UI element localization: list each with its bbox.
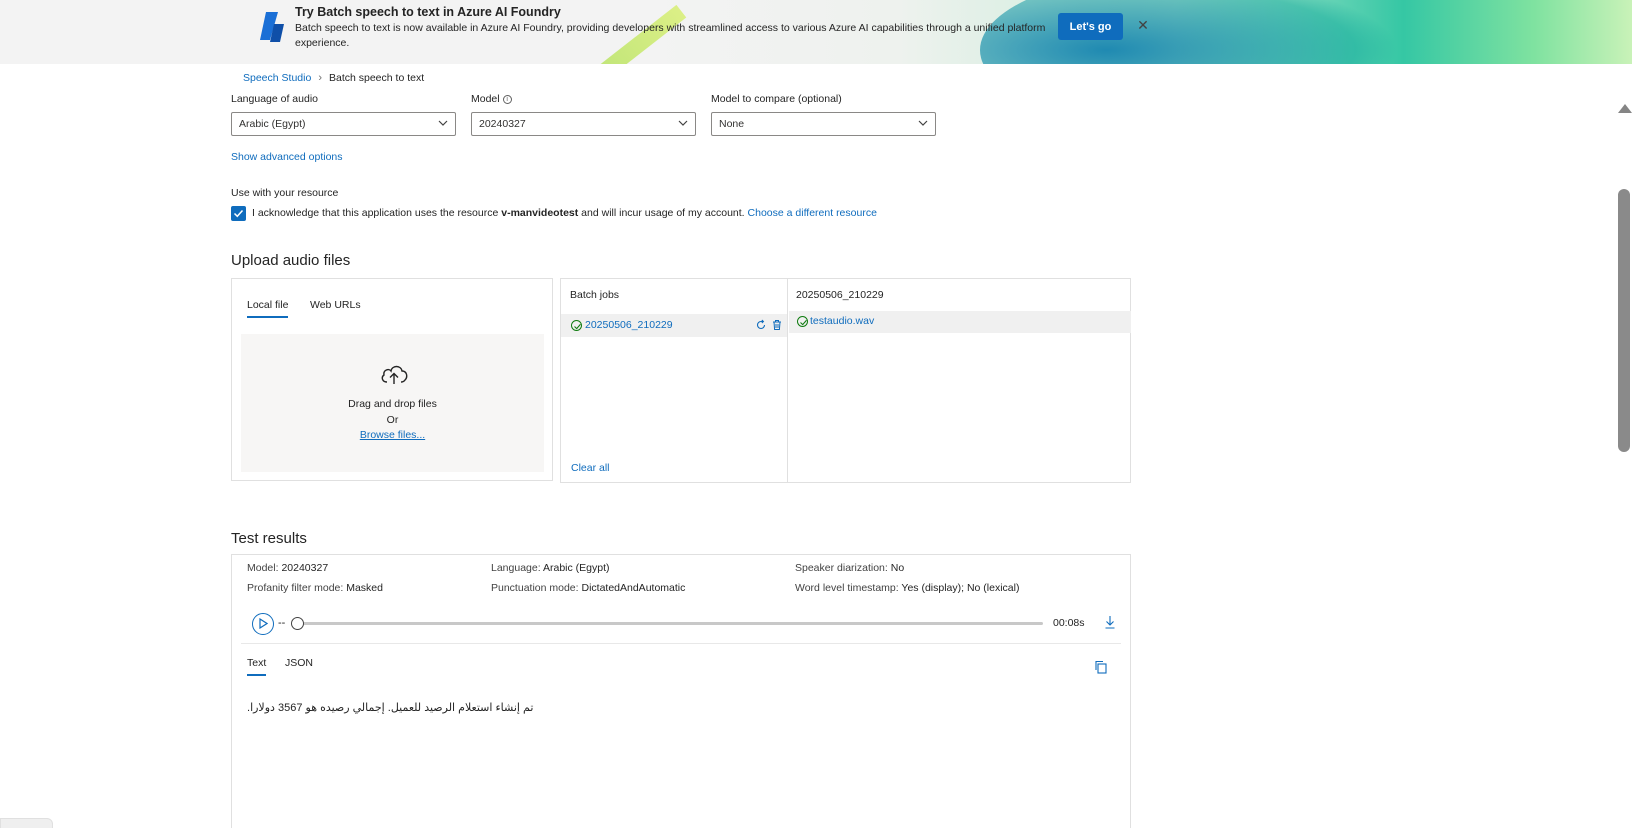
meta-punctuation: Punctuation mode: DictatedAndAutomatic	[491, 582, 685, 594]
meta-profanity: Profanity filter mode: Masked	[247, 582, 383, 594]
meta-timestamp: Word level timestamp: Yes (display); No …	[795, 582, 1019, 594]
list-item[interactable]: testaudio.wav	[789, 311, 1131, 333]
ack-prefix: I acknowledge that this application uses…	[252, 207, 502, 219]
model-label-text: Model	[471, 93, 500, 105]
meta-key: Profanity filter mode:	[247, 582, 347, 594]
checkmark-icon	[233, 209, 244, 218]
model-label: Model i	[471, 93, 512, 105]
batch-jobs-header: Batch jobs	[570, 289, 620, 301]
playback-slider-thumb[interactable]	[291, 617, 304, 630]
play-icon	[259, 618, 268, 629]
meta-key: Punctuation mode:	[491, 582, 582, 594]
browse-files-wrap: Browse files...	[241, 429, 544, 441]
clear-all-link[interactable]: Clear all	[571, 462, 610, 474]
scroll-up-arrow-icon[interactable]	[1618, 104, 1632, 113]
bottom-left-tab[interactable]	[0, 818, 53, 828]
breadcrumb-speech-studio[interactable]: Speech Studio	[243, 72, 311, 84]
banner-description: Batch speech to text is now available in…	[295, 22, 1046, 49]
play-button[interactable]	[252, 613, 274, 635]
tab-local-file[interactable]: Local file	[247, 299, 289, 318]
compare-label: Model to compare (optional)	[711, 93, 842, 105]
download-icon[interactable]	[1104, 615, 1116, 629]
model-select[interactable]: 20240327	[471, 112, 696, 136]
audio-duration: 00:08s	[1053, 617, 1085, 629]
meta-value: No	[890, 562, 905, 574]
language-select-value: Arabic (Egypt)	[239, 118, 306, 130]
or-text: Or	[386, 414, 399, 426]
meta-key: Speaker diarization:	[795, 562, 891, 574]
playback-slider-track[interactable]	[298, 622, 1043, 625]
rerun-icon[interactable]	[755, 319, 767, 331]
playback-position: --	[278, 617, 286, 629]
resource-name: v-manvideotest	[501, 207, 579, 219]
breadcrumb-current: Batch speech to text	[328, 72, 425, 84]
list-item[interactable]: 20250506_210229	[561, 314, 787, 337]
meta-key: Model:	[247, 562, 282, 574]
chevron-down-icon	[678, 120, 688, 126]
drag-drop-text: Drag and drop files	[348, 398, 437, 410]
lets-go-button[interactable]: Let's go	[1058, 13, 1123, 40]
tab-web-urls[interactable]: Web URLs	[310, 299, 361, 311]
page-scrollbar-thumb[interactable]	[1618, 189, 1630, 452]
file-name-link[interactable]: testaudio.wav	[810, 315, 874, 327]
success-check-icon	[797, 316, 808, 327]
meta-model: Model: 20240327	[247, 562, 328, 574]
azure-foundry-logo-icon	[260, 12, 284, 42]
model-select-value: 20240327	[479, 118, 526, 130]
test-results-title: Test results	[231, 530, 307, 547]
acknowledge-text: I acknowledge that this application uses…	[252, 207, 877, 219]
language-select[interactable]: Arabic (Egypt)	[231, 112, 456, 136]
promo-banner: Try Batch speech to text in Azure AI Fou…	[0, 0, 1632, 64]
selected-job-header: 20250506_210229	[796, 289, 884, 301]
compare-model-select[interactable]: None	[711, 112, 936, 136]
language-label: Language of audio	[231, 93, 318, 105]
chevron-down-icon	[918, 120, 928, 126]
transcript-text: .تم إنشاء استعلام الرصيد للعميل. إجمالي …	[247, 702, 534, 714]
meta-language: Language: Arabic (Egypt)	[491, 562, 610, 574]
success-check-icon	[571, 320, 582, 331]
breadcrumb: Speech Studio › Batch speech to text	[243, 72, 424, 84]
cloud-upload-icon	[381, 365, 408, 384]
file-dropzone[interactable]: Drag and drop files Or Browse files...	[241, 334, 544, 472]
divider	[241, 643, 1121, 644]
copy-icon[interactable]	[1094, 660, 1108, 674]
tab-json[interactable]: JSON	[285, 657, 313, 669]
banner-title: Try Batch speech to text in Azure AI Fou…	[295, 5, 561, 19]
batch-jobs-list: Batch jobs 20250506_210229 Clear all	[561, 279, 788, 482]
choose-different-resource-link[interactable]: Choose a different resource	[748, 207, 877, 219]
job-name-link[interactable]: 20250506_210229	[585, 319, 673, 331]
tab-text[interactable]: Text	[247, 657, 267, 676]
delete-icon[interactable]	[771, 319, 783, 331]
upload-section-title: Upload audio files	[231, 252, 351, 269]
upload-panel: Local file Web URLs Drag and drop files …	[231, 278, 553, 481]
meta-value: DictatedAndAutomatic	[581, 582, 686, 594]
ack-suffix: and will incur usage of my account.	[578, 207, 748, 219]
meta-value: Yes (display); No (lexical)	[901, 582, 1020, 594]
meta-diarization: Speaker diarization: No	[795, 562, 904, 574]
browse-files-link[interactable]: Browse files...	[360, 429, 425, 441]
meta-key: Language:	[491, 562, 543, 574]
chevron-right-icon: ›	[318, 72, 322, 84]
acknowledge-checkbox[interactable]	[231, 206, 246, 221]
info-icon[interactable]: i	[502, 95, 512, 104]
show-advanced-options-link[interactable]: Show advanced options	[231, 151, 343, 163]
resource-heading: Use with your resource	[231, 187, 339, 199]
close-icon[interactable]: ✕	[1134, 16, 1152, 34]
meta-key: Word level timestamp:	[795, 582, 902, 594]
meta-value: Arabic (Egypt)	[542, 562, 610, 574]
compare-select-value: None	[719, 118, 745, 130]
test-results-panel: Model: 20240327 Language: Arabic (Egypt)…	[231, 554, 1131, 828]
batch-jobs-panel: Batch jobs 20250506_210229 Clear all 202…	[560, 278, 1131, 483]
chevron-down-icon	[438, 120, 448, 126]
meta-value: Masked	[346, 582, 383, 594]
meta-value: 20240327	[281, 562, 329, 574]
